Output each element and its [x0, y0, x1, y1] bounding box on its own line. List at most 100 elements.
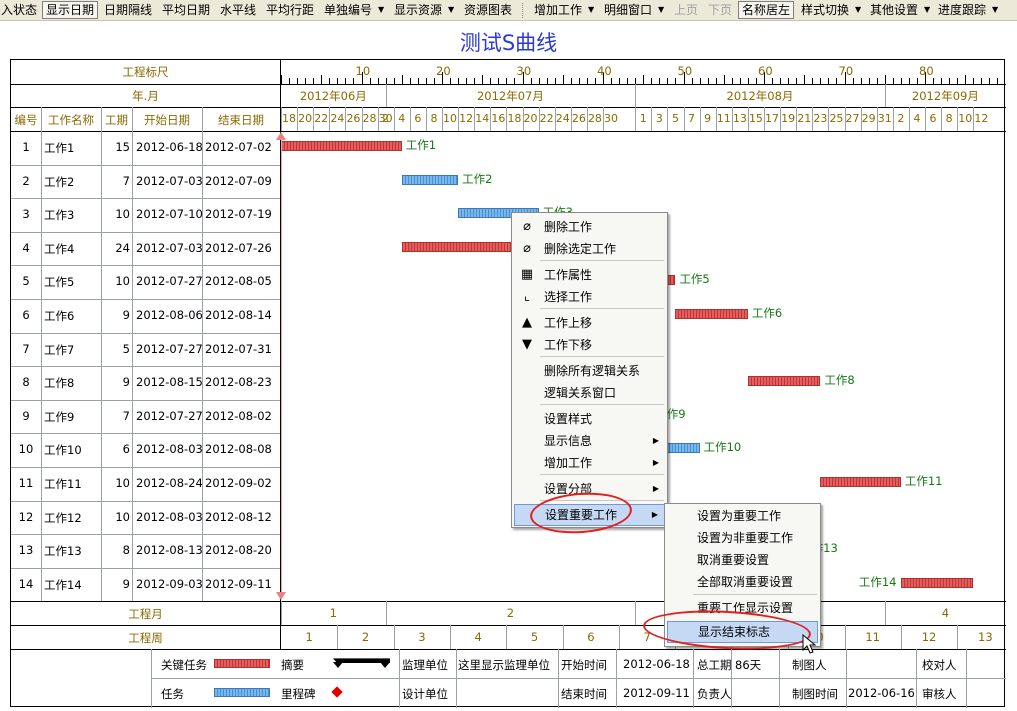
- dropdown-arrow-icon[interactable]: ▼: [855, 5, 861, 14]
- scale-tick: [804, 75, 806, 84]
- context-menu: ⌀ 删除工作 ⌀ 删除选定工作 ▦ 工作属性 ⌞ 选择工作 ▲ 工作上移 ▼ 工作下移删除所有逻辑关系…: [511, 212, 668, 528]
- dropdown-arrow-icon[interactable]: ▼: [992, 5, 998, 14]
- context-menu-item[interactable]: 显示信息 ▶: [514, 430, 665, 452]
- task-name[interactable]: 工作5: [44, 274, 100, 290]
- task-name[interactable]: 工作1: [44, 140, 100, 156]
- context-menu-item-label: 删除选定工作: [544, 242, 617, 256]
- dropdown-arrow-icon[interactable]: ▼: [378, 5, 384, 14]
- submenu-item[interactable]: 取消重要设置: [667, 549, 818, 571]
- toolbar-prev-page[interactable]: 上页: [674, 0, 698, 20]
- task-start-date: 2012-08-03: [136, 442, 202, 457]
- dropdown-arrow-icon[interactable]: ▼: [448, 5, 454, 14]
- task-bar[interactable]: [281, 141, 402, 151]
- duration-value: 86天: [735, 658, 762, 673]
- task-number: 11: [18, 476, 34, 490]
- context-menu-item[interactable]: 逻辑关系窗口: [514, 382, 665, 404]
- dropdown-arrow-icon[interactable]: ▼: [924, 5, 930, 14]
- toolbar-style-switch[interactable]: 样式切换: [801, 0, 849, 20]
- day-label: 12: [459, 112, 474, 125]
- submenu-item[interactable]: 设置为重要工作: [667, 505, 818, 527]
- toolbar-show-resources[interactable]: 显示资源: [394, 0, 442, 20]
- task-end-date: 2012-09-02: [205, 476, 272, 490]
- task-name[interactable]: 工作8: [44, 375, 100, 391]
- task-bar-label: 工作14: [858, 574, 897, 589]
- toolbar-other-settings[interactable]: 其他设置: [870, 0, 918, 20]
- task-name[interactable]: 工作9: [44, 409, 100, 425]
- dropdown-arrow-icon[interactable]: ▼: [658, 5, 664, 14]
- scale-tick: [490, 78, 492, 84]
- project-month-number: 4: [941, 606, 950, 621]
- scale-number: 40: [597, 64, 612, 78]
- task-bar[interactable]: [675, 309, 748, 319]
- scale-tick: [868, 78, 870, 84]
- toolbar-single-number[interactable]: 单独编号: [324, 0, 372, 20]
- context-menu-item-label: 选择工作: [544, 290, 593, 304]
- task-name[interactable]: 工作2: [44, 174, 100, 190]
- design-unit-label: 设计单位: [402, 687, 448, 702]
- scale-tick: [699, 78, 701, 84]
- toolbar-date-gridline[interactable]: 日期隔线: [104, 0, 152, 20]
- task-name[interactable]: 工作4: [44, 241, 100, 257]
- scale-tick: [828, 78, 830, 84]
- end-time-label: 结束时间: [561, 687, 607, 702]
- task-name[interactable]: 工作10: [44, 442, 100, 458]
- task-name[interactable]: 工作13: [44, 543, 100, 559]
- grid-line: [11, 84, 1006, 85]
- context-menu-item[interactable]: 增加工作 ▶: [514, 452, 665, 474]
- scale-number: 20: [436, 64, 451, 78]
- context-menu-item[interactable]: ▲ 工作上移: [514, 312, 665, 334]
- scale-tick: [530, 78, 532, 84]
- toolbar-add-work[interactable]: 增加工作: [534, 0, 582, 20]
- dropdown-arrow-icon[interactable]: ▼: [588, 5, 594, 14]
- menu-separator: [540, 308, 664, 309]
- toolbar-average-row[interactable]: 平均行距: [266, 0, 314, 20]
- toolbar-next-page[interactable]: 下页: [708, 0, 732, 20]
- task-bar[interactable]: [900, 577, 974, 588]
- toolbar-resource-chart[interactable]: 资源图表: [464, 0, 512, 20]
- column-header-days: 工期: [105, 113, 128, 127]
- day-label: 4: [398, 112, 406, 125]
- context-menu-item[interactable]: ▼ 工作下移: [514, 334, 665, 356]
- select-icon: ⌞: [523, 289, 531, 304]
- grid-line: [693, 649, 694, 708]
- toolbar-progress-tracking[interactable]: 进度跟踪: [938, 0, 986, 20]
- scale-tick: [417, 78, 419, 84]
- toolbar-detail-window[interactable]: 明细窗口: [604, 0, 652, 20]
- context-menu-item[interactable]: 设置样式: [514, 408, 665, 430]
- submenu-item[interactable]: 设置为非重要工作: [667, 527, 818, 549]
- toolbar-average-date[interactable]: 平均日期: [162, 0, 210, 20]
- scale-tick: [892, 78, 894, 84]
- project-week-label: 工程周: [128, 631, 163, 646]
- checker-label: 校对人: [922, 658, 957, 673]
- task-bar[interactable]: [820, 477, 901, 487]
- task-name[interactable]: 工作14: [44, 577, 100, 593]
- context-menu-item[interactable]: 删除所有逻辑关系: [514, 360, 665, 382]
- toolbar-show-date[interactable]: 显示日期: [42, 1, 99, 19]
- task-bar[interactable]: [747, 376, 821, 387]
- task-name[interactable]: 工作3: [44, 207, 100, 223]
- task-name[interactable]: 工作12: [44, 510, 100, 526]
- toolbar-input-state[interactable]: 入状态: [1, 0, 37, 20]
- scale-tick: [755, 78, 757, 84]
- toolbar-name-left[interactable]: 名称居左: [738, 1, 795, 19]
- task-bar[interactable]: [401, 174, 459, 185]
- task-name[interactable]: 工作6: [44, 308, 100, 324]
- day-label: 14: [475, 112, 490, 125]
- make-time-value: 2012-06-16: [848, 686, 915, 701]
- day-label: 30: [604, 112, 619, 125]
- day-label: 3: [655, 112, 663, 125]
- task-bar-label: 工作1: [405, 138, 437, 152]
- toolbar-horizontal-line[interactable]: 水平线: [220, 0, 256, 20]
- day-label: 9: [704, 112, 712, 125]
- task-name[interactable]: 工作11: [44, 476, 100, 492]
- scale-tick: [916, 78, 918, 84]
- submenu-arrow-icon: ▶: [652, 458, 659, 467]
- context-menu-item[interactable]: ⌞ 选择工作: [514, 286, 665, 308]
- task-name[interactable]: 工作7: [44, 342, 100, 358]
- day-label: 26: [346, 112, 361, 125]
- context-menu-item[interactable]: ⌀ 删除选定工作: [514, 238, 665, 260]
- context-menu-item[interactable]: ⌀ 删除工作: [514, 216, 665, 238]
- submenu-item[interactable]: 全部取消重要设置: [667, 571, 818, 593]
- context-menu-item[interactable]: ▦ 工作属性: [514, 264, 665, 286]
- scale-tick: [949, 78, 951, 84]
